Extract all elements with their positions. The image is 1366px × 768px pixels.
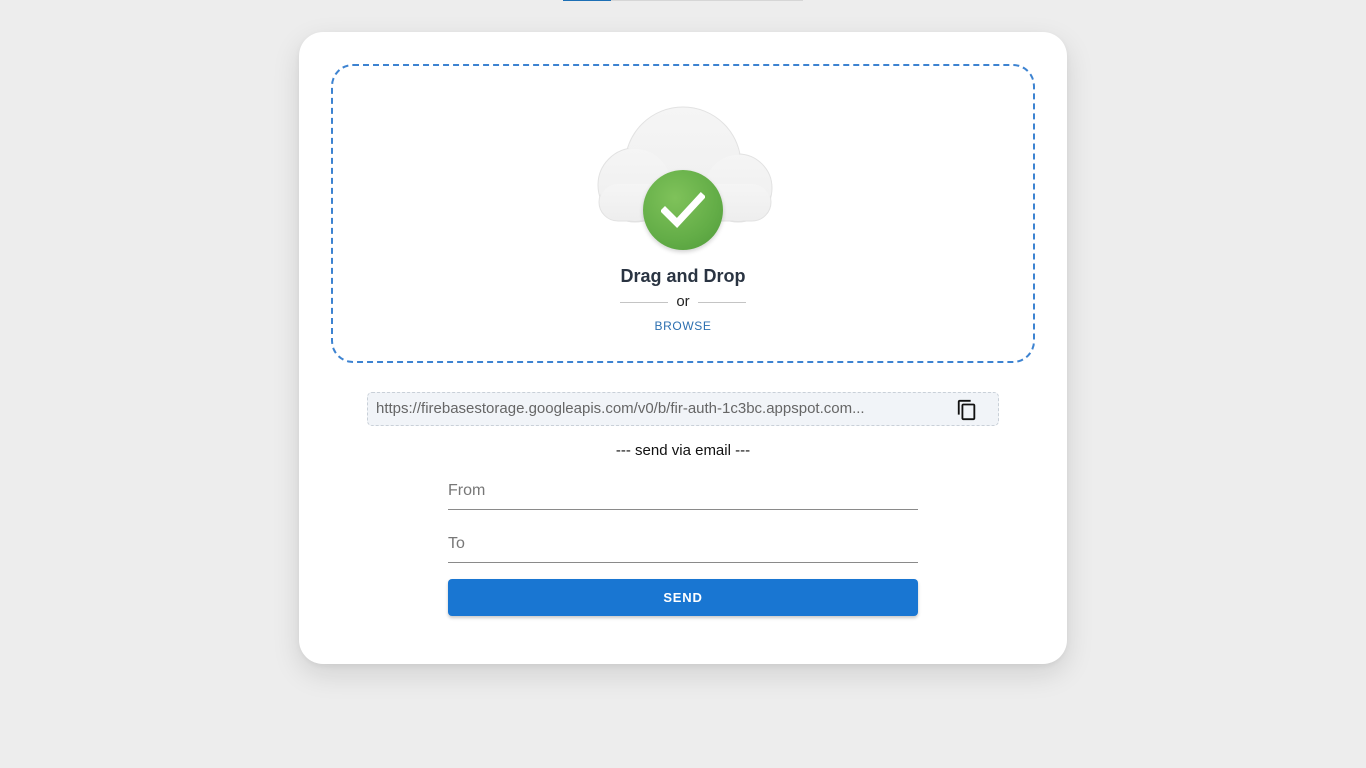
drop-zone[interactable]: Drag and Drop or BROWSE: [331, 64, 1035, 363]
cloud-icon: [595, 103, 775, 253]
separator-line-left: [620, 301, 669, 303]
send-button[interactable]: SEND: [448, 579, 918, 616]
to-input[interactable]: [448, 531, 918, 557]
or-separator: or: [333, 293, 1033, 310]
to-field: [448, 527, 918, 563]
upload-progress-fill: [563, 0, 611, 1]
file-url-text[interactable]: https://firebasestorage.googleapis.com/v…: [376, 400, 924, 417]
send-via-email-label: --- send via email ---: [615, 442, 751, 459]
file-url-box: https://firebasestorage.googleapis.com/v…: [367, 392, 999, 426]
upload-progress-bar: [563, 0, 803, 1]
from-field: [448, 474, 918, 510]
or-text: or: [676, 293, 690, 310]
checkmark-icon: [643, 170, 723, 250]
separator-line-right: [697, 301, 746, 303]
from-input[interactable]: [448, 478, 918, 504]
upload-card: Drag and Drop or BROWSE https://firebase…: [299, 32, 1067, 664]
copy-icon[interactable]: [956, 399, 978, 421]
browse-button[interactable]: BROWSE: [333, 319, 1033, 333]
drag-drop-title: Drag and Drop: [620, 266, 746, 286]
